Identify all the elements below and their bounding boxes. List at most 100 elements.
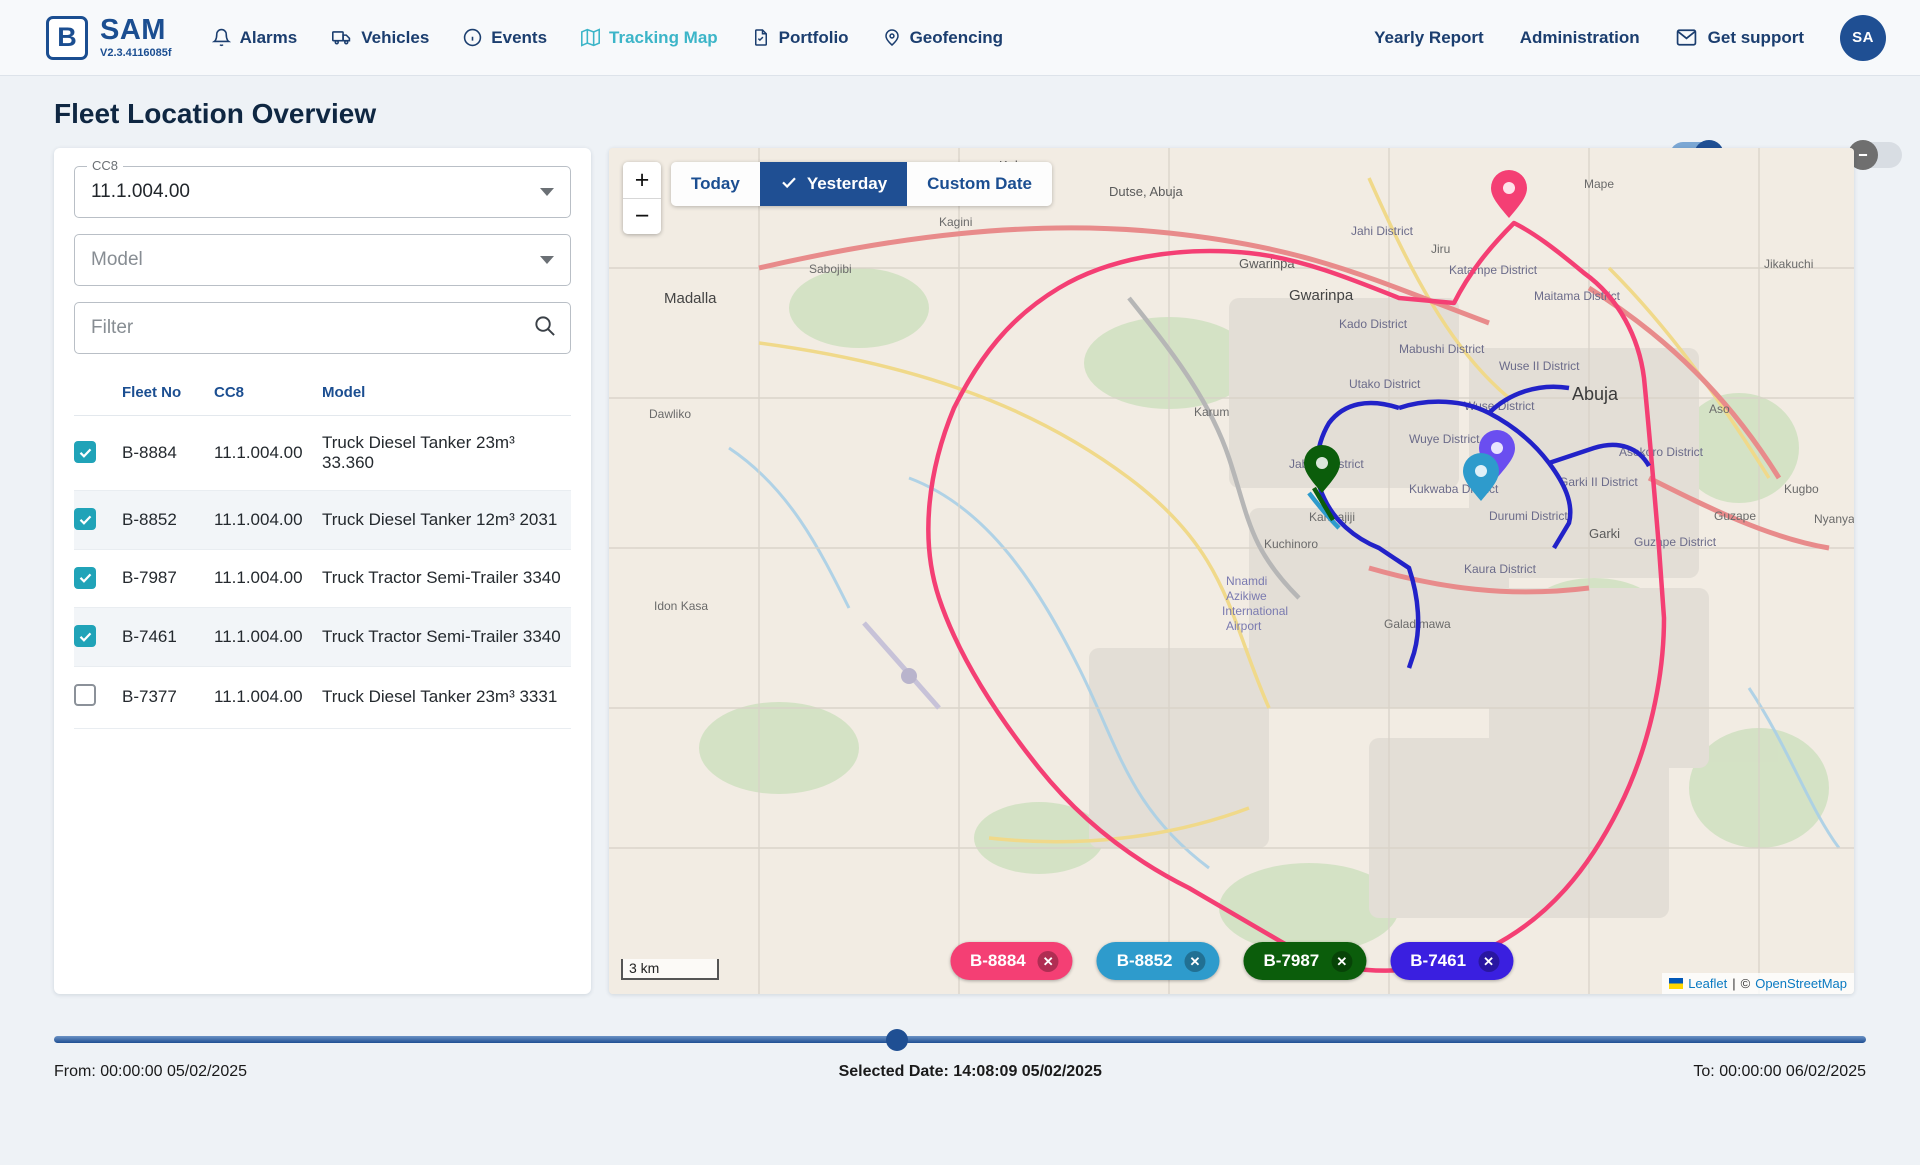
nav-item-label: Get support bbox=[1708, 28, 1804, 48]
cell-cc8: 11.1.004.00 bbox=[214, 549, 322, 608]
table-row[interactable]: B-7377 11.1.004.00 Truck Diesel Tanker 2… bbox=[74, 666, 571, 728]
cell-model: Truck Tractor Semi-Trailer 3340 bbox=[322, 608, 571, 667]
date-button-today[interactable]: Today bbox=[671, 162, 760, 206]
model-select[interactable]: Model bbox=[74, 234, 571, 286]
marker-green[interactable] bbox=[1304, 445, 1340, 493]
nav-item-label: Yearly Report bbox=[1374, 28, 1484, 48]
bell-icon bbox=[212, 28, 231, 47]
date-button-custom-date[interactable]: Custom Date bbox=[907, 162, 1052, 206]
copyright-symbol: © bbox=[1741, 976, 1751, 991]
nav-item-yearly-report[interactable]: Yearly Report bbox=[1374, 28, 1484, 48]
column-header-fleet-no[interactable]: Fleet No bbox=[122, 370, 214, 416]
vehicle-chip[interactable]: B-7987✕ bbox=[1244, 942, 1367, 980]
close-icon[interactable]: ✕ bbox=[1038, 951, 1059, 972]
show-heatmap-toggle[interactable] bbox=[1850, 142, 1902, 168]
nav-item-label: Alarms bbox=[240, 28, 298, 48]
vehicle-chip[interactable]: B-8884 ✕ bbox=[950, 942, 1073, 980]
primary-nav: Alarms Vehicles Events Tracking Map Port… bbox=[212, 28, 1004, 48]
logo-icon: B bbox=[46, 16, 88, 60]
nav-item-portfolio[interactable]: Portfolio bbox=[752, 28, 849, 48]
cell-cc8: 11.1.004.00 bbox=[214, 666, 322, 728]
vehicle-chip[interactable]: B-8852✕ bbox=[1097, 942, 1220, 980]
zoom-in-button[interactable]: + bbox=[623, 162, 661, 198]
zoom-out-button[interactable]: − bbox=[623, 198, 661, 234]
cell-cc8: 11.1.004.00 bbox=[214, 491, 322, 550]
main-content: CC8 11.1.004.00 Model Filter Fleet No CC… bbox=[0, 130, 1920, 994]
row-checkbox[interactable] bbox=[74, 567, 96, 589]
filter-placeholder: Filter bbox=[91, 317, 133, 339]
fleet-table: Fleet No CC8 Model B-8884 11.1.004.00 Tr… bbox=[74, 370, 571, 729]
vehicle-chip-label: B-8884 bbox=[970, 951, 1026, 971]
row-checkbox[interactable] bbox=[74, 625, 96, 647]
column-header-model[interactable]: Model bbox=[322, 370, 571, 416]
search-icon[interactable] bbox=[533, 314, 556, 342]
nav-item-tracking-map[interactable]: Tracking Map bbox=[581, 28, 718, 48]
cell-model: Truck Tractor Semi-Trailer 3340 bbox=[322, 549, 571, 608]
map-icon bbox=[581, 28, 600, 47]
timeline-to-label: To: 00:00:00 06/02/2025 bbox=[1693, 1063, 1866, 1081]
vehicle-chip-list: B-8884✕B-8852✕B-7987✕B-7461✕ bbox=[950, 942, 1513, 980]
nav-item-administration[interactable]: Administration bbox=[1520, 28, 1640, 48]
document-check-icon bbox=[752, 28, 770, 47]
truck-icon bbox=[331, 28, 352, 47]
table-row[interactable]: B-8852 11.1.004.00 Truck Diesel Tanker 1… bbox=[74, 491, 571, 550]
cc8-value: 11.1.004.00 bbox=[91, 181, 190, 203]
nav-item-label: Geofencing bbox=[910, 28, 1004, 48]
page-title: Fleet Location Overview bbox=[0, 76, 1920, 130]
timeline-slider-area: From: 00:00:00 05/02/2025 Selected Date:… bbox=[0, 994, 1920, 1081]
cc8-select[interactable]: CC8 11.1.004.00 bbox=[74, 166, 571, 218]
row-checkbox[interactable] bbox=[74, 508, 96, 530]
timeline-thumb[interactable] bbox=[886, 1029, 908, 1051]
attribution-separator: | bbox=[1732, 976, 1735, 991]
close-icon[interactable]: ✕ bbox=[1331, 951, 1352, 972]
date-range-toolbar: Today Yesterday Custom Date bbox=[671, 162, 1052, 206]
row-checkbox[interactable] bbox=[74, 684, 96, 706]
date-button-label: Custom Date bbox=[927, 174, 1032, 194]
vehicle-chip[interactable]: B-7461 ✕ bbox=[1390, 942, 1513, 980]
nav-item-label: Events bbox=[491, 28, 547, 48]
nav-item-label: Tracking Map bbox=[609, 28, 718, 48]
flag-icon bbox=[1669, 978, 1683, 989]
chevron-down-icon bbox=[540, 188, 554, 196]
nav-item-get-support[interactable]: Get support bbox=[1676, 28, 1804, 48]
nav-item-geofencing[interactable]: Geofencing bbox=[883, 28, 1004, 48]
nav-item-vehicles[interactable]: Vehicles bbox=[331, 28, 429, 48]
cell-fleet-no: B-7377 bbox=[122, 666, 214, 728]
cell-fleet-no: B-8852 bbox=[122, 491, 214, 550]
nav-item-events[interactable]: Events bbox=[463, 28, 547, 48]
nav-item-alarms[interactable]: Alarms bbox=[212, 28, 298, 48]
table-row[interactable]: B-8884 11.1.004.00 Truck Diesel Tanker 2… bbox=[74, 416, 571, 491]
column-header-cc8[interactable]: CC8 bbox=[214, 370, 322, 416]
close-icon[interactable]: ✕ bbox=[1478, 951, 1499, 972]
nav-item-label: Vehicles bbox=[361, 28, 429, 48]
brand-logo[interactable]: B SAM V2.3.4116085f bbox=[46, 16, 172, 60]
timeline-from-label: From: 00:00:00 05/02/2025 bbox=[54, 1063, 247, 1081]
openstreetmap-link[interactable]: OpenStreetMap bbox=[1755, 976, 1847, 991]
timeline-track[interactable] bbox=[54, 1036, 1866, 1043]
map-attribution: Leaflet | © OpenStreetMap bbox=[1662, 973, 1854, 994]
marker-blue[interactable] bbox=[1463, 453, 1499, 501]
table-row[interactable]: B-7461 11.1.004.00 Truck Tractor Semi-Tr… bbox=[74, 608, 571, 667]
marker-pink[interactable] bbox=[1491, 170, 1527, 218]
date-button-yesterday[interactable]: Yesterday bbox=[760, 162, 907, 206]
row-checkbox[interactable] bbox=[74, 441, 96, 463]
leaflet-link[interactable]: Leaflet bbox=[1688, 976, 1727, 991]
table-row[interactable]: B-7987 11.1.004.00 Truck Tractor Semi-Tr… bbox=[74, 549, 571, 608]
date-button-label: Today bbox=[691, 174, 740, 194]
envelope-icon bbox=[1676, 29, 1697, 46]
cell-cc8: 11.1.004.00 bbox=[214, 608, 322, 667]
map-zoom-controls: + − bbox=[623, 162, 661, 234]
tracking-map[interactable]: KubwaDutse, AbujaMapeKaginiSabojibiJiruJ… bbox=[609, 148, 1854, 994]
fleet-filter-panel: CC8 11.1.004.00 Model Filter Fleet No CC… bbox=[54, 148, 591, 994]
vehicle-chip-label: B-7461 bbox=[1410, 951, 1466, 971]
filter-input[interactable]: Filter bbox=[74, 302, 571, 354]
cell-model: Truck Diesel Tanker 12m³ 2031 bbox=[322, 491, 571, 550]
brand-version: V2.3.4116085f bbox=[100, 48, 172, 59]
nav-item-label: Portfolio bbox=[779, 28, 849, 48]
check-icon bbox=[780, 173, 798, 196]
avatar[interactable]: SA bbox=[1840, 15, 1886, 61]
cell-fleet-no: B-7461 bbox=[122, 608, 214, 667]
timeline-labels: From: 00:00:00 05/02/2025 Selected Date:… bbox=[54, 1063, 1866, 1081]
vehicle-markers[interactable] bbox=[609, 148, 1854, 994]
close-icon[interactable]: ✕ bbox=[1185, 951, 1206, 972]
